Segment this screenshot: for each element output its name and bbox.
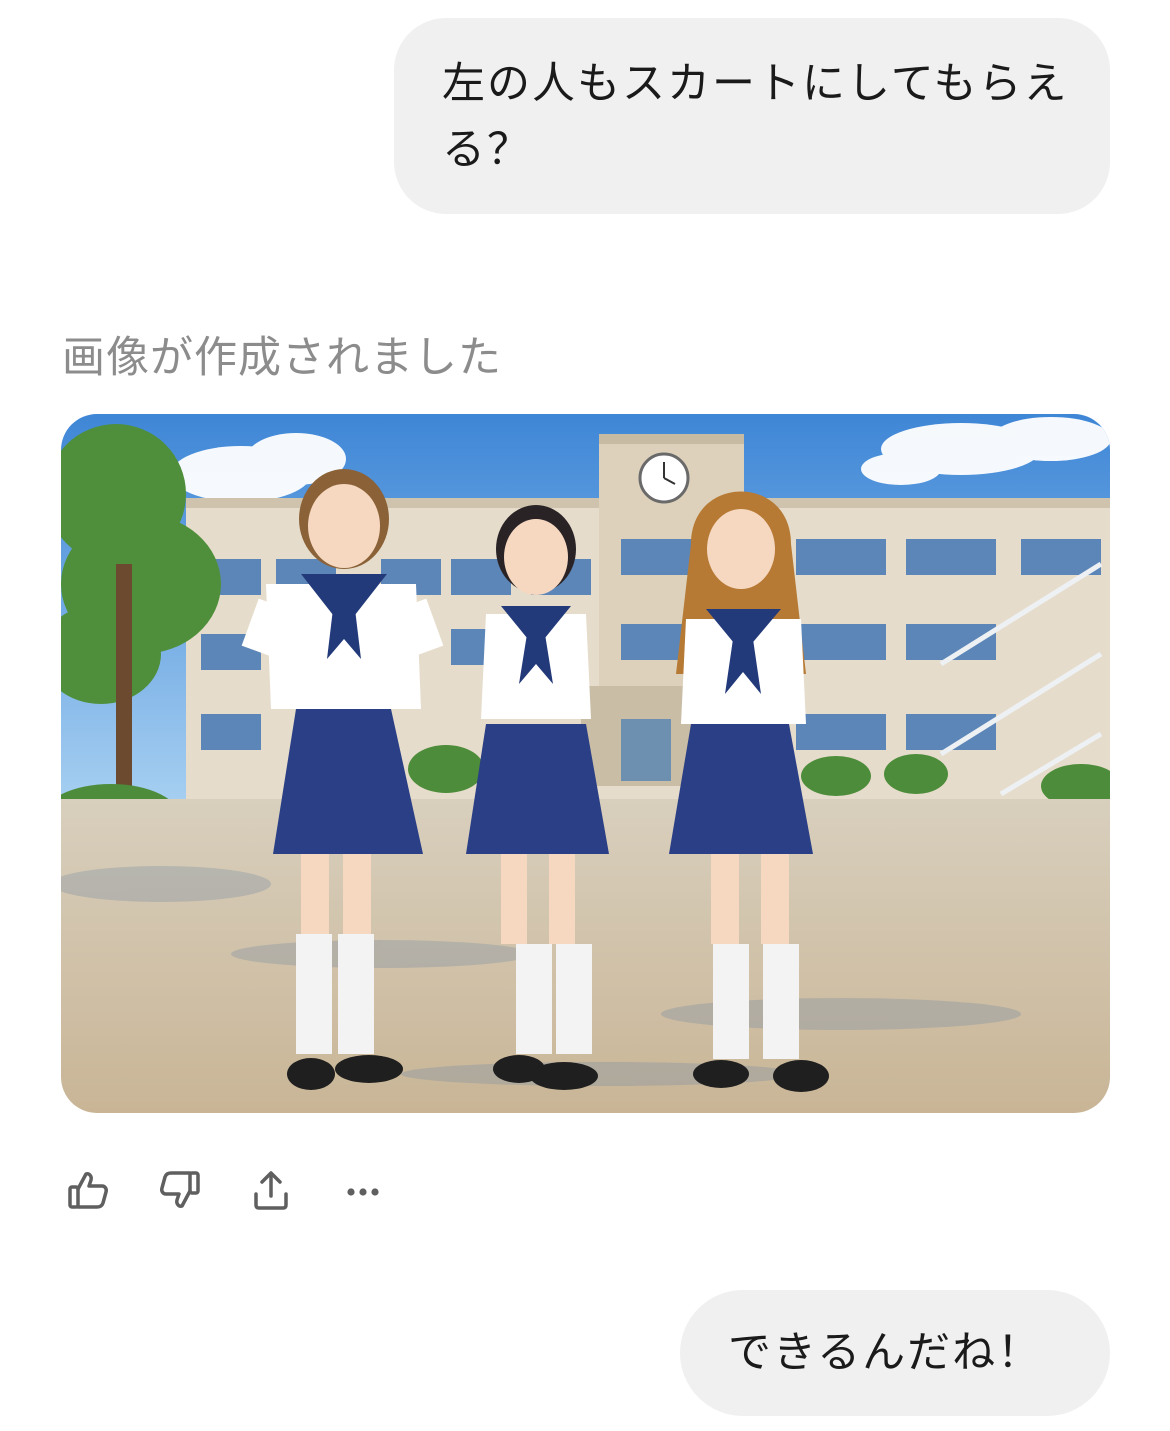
image-created-status: 画像が作成されました xyxy=(62,333,502,383)
share-icon[interactable] xyxy=(245,1164,297,1216)
user-message-bubble-2: できるんだね！ xyxy=(680,1290,1110,1416)
more-icon[interactable] xyxy=(337,1164,389,1216)
user-message-bubble: 左の人もスカートにしてもらえる？ xyxy=(394,18,1110,214)
thumbs-up-icon[interactable] xyxy=(62,1164,114,1216)
generated-image[interactable] xyxy=(61,414,1110,1113)
user-message-text-2: できるんだね！ xyxy=(728,1328,1043,1378)
thumbs-down-icon[interactable] xyxy=(154,1164,206,1216)
user-message-text: 左の人もスカートにしてもらえる？ xyxy=(442,59,1069,175)
